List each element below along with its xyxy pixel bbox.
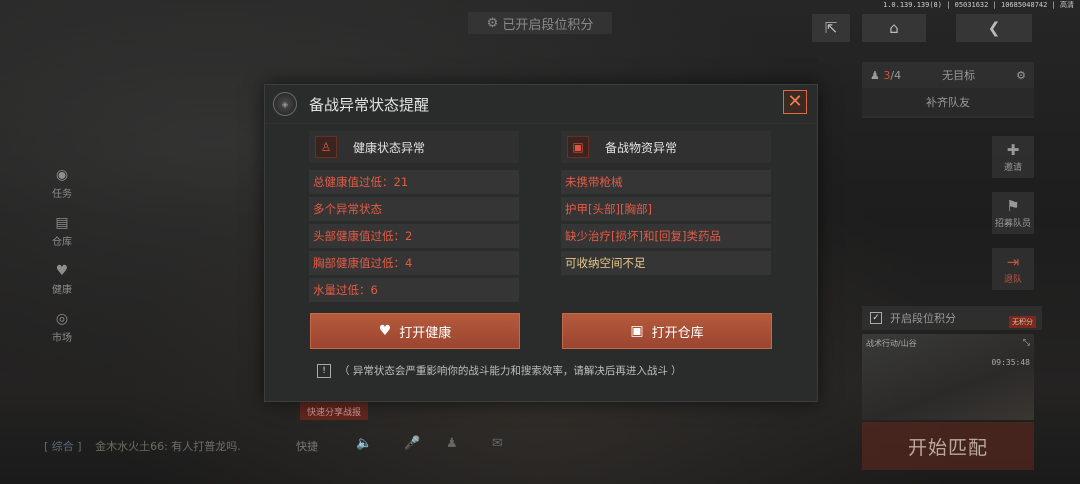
- left-nav: ◉ 任务 ▤ 仓库 ♥ 健康 ◎ 市场: [44, 160, 80, 352]
- warning-icon: !: [317, 363, 331, 378]
- settings-gear-icon[interactable]: ⚙: [1016, 69, 1026, 82]
- list-item: 头部健康值过低：2: [309, 224, 519, 248]
- team-count-total: /4: [890, 68, 902, 82]
- open-health-button[interactable]: ♥ 打开健康: [310, 313, 520, 349]
- nav-item-task[interactable]: ◉ 任务: [44, 160, 80, 208]
- chat-line[interactable]: [ 综合 ] 金木水火土66: 有人打普龙吗.: [44, 438, 241, 454]
- chat-channel: [ 综合 ]: [44, 440, 82, 453]
- invite-button[interactable]: ✚ 邀请: [992, 136, 1034, 178]
- microphone-icon[interactable]: 🎤: [404, 436, 420, 451]
- dialog-title: 备战异常状态提醒: [309, 95, 430, 114]
- close-icon: ✕: [787, 91, 803, 112]
- home-icon: ⌂: [889, 19, 899, 37]
- map-name: 战术行动/山谷: [866, 339, 917, 348]
- quick-chat-button[interactable]: 快捷: [296, 438, 318, 454]
- checkbox-icon[interactable]: ✓: [870, 312, 882, 324]
- map-preview[interactable]: 战术行动/山谷 ⤡ 09:35:48: [862, 334, 1034, 420]
- open-warehouse-button[interactable]: ▣ 打开仓库: [562, 313, 772, 349]
- start-match-button[interactable]: 开始匹配: [862, 422, 1034, 470]
- list-item: 总健康值过低：21: [309, 170, 519, 194]
- close-button[interactable]: ✕: [783, 90, 807, 114]
- health-header: ♙ 健康状态异常: [309, 131, 519, 163]
- mail-icon[interactable]: ✉: [492, 436, 503, 451]
- team-count: ♟ 3/4: [870, 69, 901, 82]
- medal-icon: ⚙: [486, 15, 499, 31]
- nav-label: 仓库: [52, 237, 72, 248]
- list-item: 水量过低：6: [309, 278, 519, 302]
- exit-icon: ⇥: [1006, 252, 1020, 271]
- quick-share-button[interactable]: 快速分享战报: [300, 402, 368, 420]
- speaker-icon[interactable]: 🔈: [356, 436, 372, 451]
- nav-label: 市场: [52, 333, 72, 344]
- invite-label: 邀请: [1003, 162, 1022, 173]
- health-issue-list: 总健康值过低：21 多个异常状态 头部健康值过低：2 胸部健康值过低：4 水量过…: [309, 170, 519, 302]
- list-item: 可收纳空间不足: [561, 251, 771, 275]
- friends-icon[interactable]: ♟: [446, 436, 458, 451]
- supplies-column: ▣ 备战物资异常 未携带枪械 护甲[头部][胸部] 缺少治疗[损坏]和[回复]类…: [561, 131, 771, 278]
- map-time: 09:35:48: [991, 358, 1030, 367]
- prep-alert-dialog: ◈ 备战异常状态提醒 ✕ ♙ 健康状态异常 总健康值过低：21 多个异常状态 头…: [264, 84, 818, 402]
- home-button[interactable]: ⌂: [862, 14, 926, 42]
- build-info: 1.0.139.139(8) | 05031632 | 10685048742 …: [882, 1, 1074, 9]
- open-health-label: 打开健康: [399, 325, 452, 341]
- health-column: ♙ 健康状态异常 总健康值过低：21 多个异常状态 头部健康值过低：2 胸部健康…: [309, 131, 519, 305]
- ranked-toggle-label: 开启段位积分: [890, 312, 956, 325]
- ranked-tag: 无积分: [1009, 316, 1036, 328]
- list-item: 胸部健康值过低：4: [309, 251, 519, 275]
- nav-item-market[interactable]: ◎ 市场: [44, 304, 80, 352]
- recruit-label: 招募队员: [994, 218, 1031, 229]
- warehouse-icon: ▤: [55, 215, 69, 231]
- team-panel: ♟ 3/4 无目标 ⚙ 补齐队友: [862, 62, 1034, 118]
- ranked-status-label: 已开启段位积分: [502, 17, 594, 33]
- nav-item-warehouse[interactable]: ▤ 仓库: [44, 208, 80, 256]
- crate-icon: ▣: [630, 323, 644, 339]
- health-title: 健康状态异常: [353, 140, 426, 155]
- fill-team-label: 补齐队友: [926, 96, 970, 109]
- back-button[interactable]: ❮: [956, 14, 1032, 42]
- heart-pulse-icon: ♥: [378, 323, 392, 339]
- list-item: 多个异常状态: [309, 197, 519, 221]
- export-icon: ⇱: [824, 19, 838, 37]
- recruit-button[interactable]: ⚑ 招募队员: [992, 192, 1034, 234]
- open-warehouse-label: 打开仓库: [651, 325, 704, 341]
- chat-sender: 金木水火土66:: [95, 440, 168, 453]
- quick-share-label: 快速分享战报: [306, 407, 361, 418]
- expand-icon[interactable]: ⤡: [1023, 338, 1030, 348]
- game-logo-icon: ◈: [273, 92, 297, 116]
- back-arrow-icon: ❮: [987, 19, 1001, 37]
- supplies-title: 备战物资异常: [605, 140, 678, 155]
- injured-body-icon: ♙: [315, 136, 337, 158]
- dialog-note: ! （ 异常状态会严重影响你的战斗能力和搜索效率，请解决后再进入战斗 ）: [317, 363, 682, 378]
- flag-icon: ⚑: [1006, 196, 1020, 215]
- list-item: 护甲[头部][胸部]: [561, 197, 771, 221]
- add-user-icon: ✚: [1006, 140, 1020, 159]
- market-icon: ◎: [55, 311, 69, 327]
- fill-team-button[interactable]: 补齐队友: [862, 88, 1034, 116]
- ranked-toggle[interactable]: ✓ 开启段位积分 无积分: [862, 306, 1042, 330]
- start-match-label: 开始匹配: [907, 436, 988, 459]
- nav-label: 健康: [52, 285, 72, 296]
- dialog-header: ◈ 备战异常状态提醒 ✕: [265, 85, 817, 124]
- nav-item-health[interactable]: ♥ 健康: [44, 256, 80, 304]
- list-item: 未携带枪械: [561, 170, 771, 194]
- supply-crate-icon: ▣: [567, 136, 589, 158]
- chat-message: 有人打普龙吗.: [171, 440, 241, 453]
- supplies-issue-list: 未携带枪械 护甲[头部][胸部] 缺少治疗[损坏]和[回复]类药品 可收纳空间不…: [561, 170, 771, 275]
- nav-label: 任务: [52, 189, 72, 200]
- leave-team-button[interactable]: ⇥ 退队: [992, 248, 1034, 290]
- task-icon: ◉: [55, 167, 69, 183]
- share-button[interactable]: ⇱: [812, 14, 850, 42]
- quick-chat-label: 快捷: [296, 440, 318, 453]
- list-item: 缺少治疗[损坏]和[回复]类药品: [561, 224, 771, 248]
- leave-label: 退队: [1003, 274, 1022, 285]
- supplies-header: ▣ 备战物资异常: [561, 131, 771, 163]
- dialog-note-text: （ 异常状态会严重影响你的战斗能力和搜索效率，请解决后再进入战斗 ）: [339, 365, 682, 377]
- team-icon: ♟: [870, 68, 880, 82]
- health-icon: ♥: [55, 263, 69, 279]
- team-goal[interactable]: 无目标: [942, 67, 975, 83]
- ranked-status-banner: ⚙ 已开启段位积分: [468, 12, 612, 34]
